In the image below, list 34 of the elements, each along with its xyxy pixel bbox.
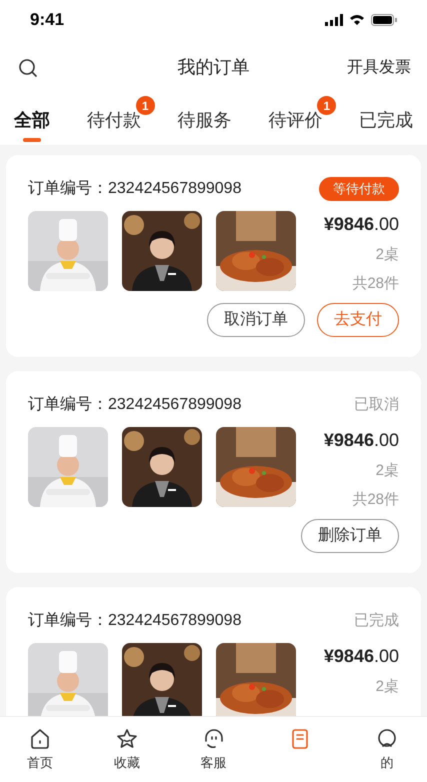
order-tab[interactable]: 待服务: [178, 106, 232, 134]
order-action-button[interactable]: 取消订单: [207, 303, 305, 337]
order-tab[interactable]: 已完成: [359, 106, 413, 134]
count-badge: 1: [136, 96, 155, 115]
invoice-link[interactable]: 开具发票: [347, 56, 411, 80]
nav-item[interactable]: 的: [357, 727, 417, 772]
order-status: 已完成: [354, 610, 399, 631]
item-count: 共28件: [352, 490, 399, 510]
status-time: 9:41: [30, 9, 64, 32]
battery-icon: [371, 14, 397, 26]
order-number: 订单编号：232424567899098: [28, 178, 242, 199]
order-status: 已取消: [354, 394, 399, 415]
order-tab[interactable]: 全部: [14, 106, 50, 134]
page-title: 我的订单: [178, 56, 250, 79]
order-price: ¥9846.00: [324, 213, 399, 236]
item-count: 共28件: [352, 274, 399, 294]
nav-item[interactable]: 收藏: [96, 727, 157, 772]
order-action-button[interactable]: 删除订单: [301, 519, 399, 553]
status-badge: 等待付款: [319, 177, 399, 201]
active-tab-indicator: [23, 138, 41, 142]
table-count: 2桌: [376, 461, 399, 481]
table-count: 2桌: [376, 677, 399, 697]
count-badge: 1: [317, 96, 336, 115]
nav-item[interactable]: 首页: [10, 727, 70, 772]
nav-item[interactable]: 客服: [184, 727, 244, 772]
table-count: 2桌: [376, 245, 399, 265]
order-price: ¥9846.00: [324, 429, 399, 452]
order-price: ¥9846.00: [324, 645, 399, 668]
signal-icon: [325, 14, 343, 26]
home-icon: [28, 727, 52, 751]
star-icon: [114, 727, 139, 751]
wifi-icon: [349, 14, 365, 26]
order-number: 订单编号：232424567899098: [28, 394, 242, 415]
order-number: 订单编号：232424567899098: [28, 610, 242, 631]
